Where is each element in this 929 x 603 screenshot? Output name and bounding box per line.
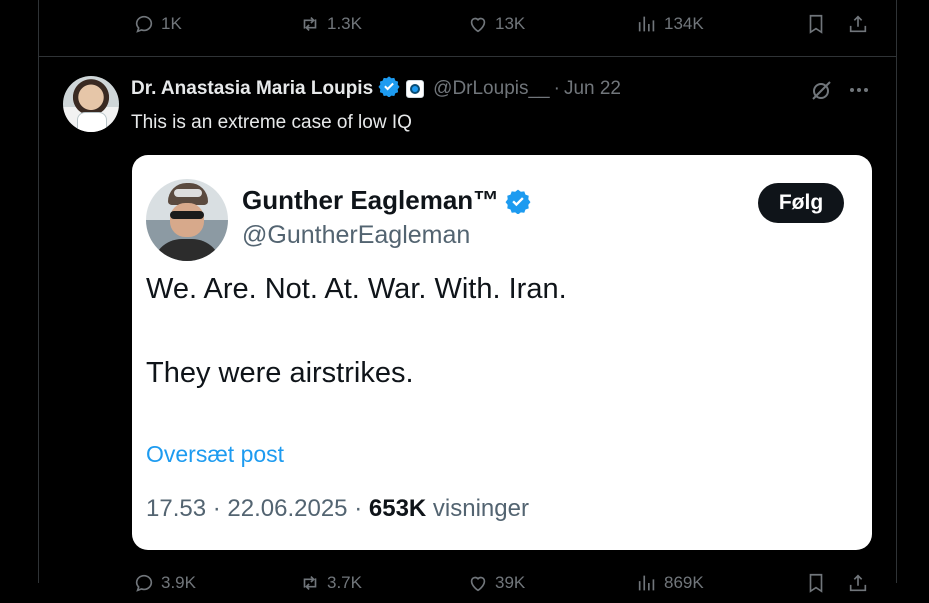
timeline-column: 1K 1.3K 13K 134K Dr. Anastasia Maria Lou… — [38, 0, 897, 593]
quoted-meta: 17.53 · 22.06.2025 · 653K visninger — [146, 495, 529, 523]
quoted-text-line-2: They were airstrikes. — [146, 357, 414, 389]
tweet-header: Dr. Anastasia Maria Loupis @DrLoupis__ ·… — [131, 75, 621, 103]
share-button[interactable] — [847, 4, 869, 44]
divider — [39, 56, 896, 57]
repost-icon — [303, 575, 317, 591]
analytics-icon — [638, 16, 655, 32]
meta-separator: · — [354, 495, 363, 522]
quoted-author-name-row: Gunther Eagleman™ — [242, 185, 531, 216]
heart-icon — [470, 576, 486, 592]
repost-button[interactable]: 3.7K — [299, 563, 362, 603]
reply-button[interactable]: 3.9K — [133, 563, 196, 603]
reply-count: 1K — [161, 14, 182, 33]
verified-badge-icon — [378, 75, 400, 103]
tweet-date[interactable]: Jun 22 — [564, 78, 621, 100]
analytics-icon — [638, 575, 655, 591]
quoted-post-image[interactable]: Gunther Eagleman™ @GuntherEagleman Følg … — [132, 155, 872, 550]
repost-count: 1.3K — [327, 14, 362, 33]
views-count: 869K — [664, 573, 704, 592]
repost-button[interactable]: 1.3K — [299, 4, 362, 44]
bookmark-button[interactable] — [805, 563, 827, 603]
quoted-author-name: Gunther Eagleman™ — [242, 185, 500, 215]
reply-icon — [135, 15, 153, 33]
quoted-time: 17.53 — [146, 495, 207, 522]
like-button[interactable]: 39K — [467, 563, 525, 603]
reply-icon — [135, 574, 153, 592]
grok-icon[interactable] — [809, 78, 833, 107]
heart-icon — [470, 17, 486, 33]
bookmark-icon — [809, 573, 823, 593]
bookmark-icon — [809, 14, 823, 34]
like-count: 13K — [495, 14, 526, 33]
more-options-icon[interactable] — [847, 78, 871, 107]
author-name[interactable]: Dr. Anastasia Maria Loupis — [131, 78, 373, 100]
quoted-date: 22.06.2025 — [227, 495, 348, 522]
quoted-author-avatar — [146, 179, 228, 261]
author-avatar[interactable] — [63, 76, 119, 132]
quoted-views-count: 653K — [368, 495, 427, 522]
quoted-text-line-1: We. Are. Not. At. War. With. Iran. — [146, 273, 567, 305]
views-count: 134K — [664, 14, 704, 33]
tweet-text: This is an extreme case of low IQ — [131, 112, 412, 133]
meta-separator: · — [212, 495, 221, 522]
separator-dot: · — [553, 78, 560, 99]
translate-post-link: Oversæt post — [146, 441, 285, 467]
quoted-verified-badge-icon — [505, 188, 531, 214]
views-button[interactable]: 134K — [636, 4, 704, 44]
repost-count: 3.7K — [327, 573, 362, 592]
quoted-author-handle: @GuntherEagleman — [242, 221, 471, 249]
quoted-views-label: visninger — [432, 495, 529, 522]
follow-button: Følg — [758, 183, 844, 223]
like-count: 39K — [495, 573, 526, 592]
repost-icon — [303, 16, 317, 32]
bookmark-button[interactable] — [805, 4, 827, 44]
share-icon — [849, 574, 867, 592]
views-button[interactable]: 869K — [636, 563, 704, 603]
share-icon — [849, 15, 867, 33]
reply-button[interactable]: 1K — [133, 4, 182, 44]
affiliation-badge-icon[interactable] — [406, 80, 425, 98]
reply-count: 3.9K — [161, 573, 196, 592]
author-handle[interactable]: @DrLoupis__ — [433, 78, 549, 100]
previous-tweet-action-bar: 1K 1.3K 13K 134K — [39, 4, 896, 44]
like-button[interactable]: 13K — [467, 4, 525, 44]
share-button[interactable] — [847, 563, 869, 603]
tweet-action-bar: 3.9K 3.7K 39K 869K — [39, 563, 896, 603]
